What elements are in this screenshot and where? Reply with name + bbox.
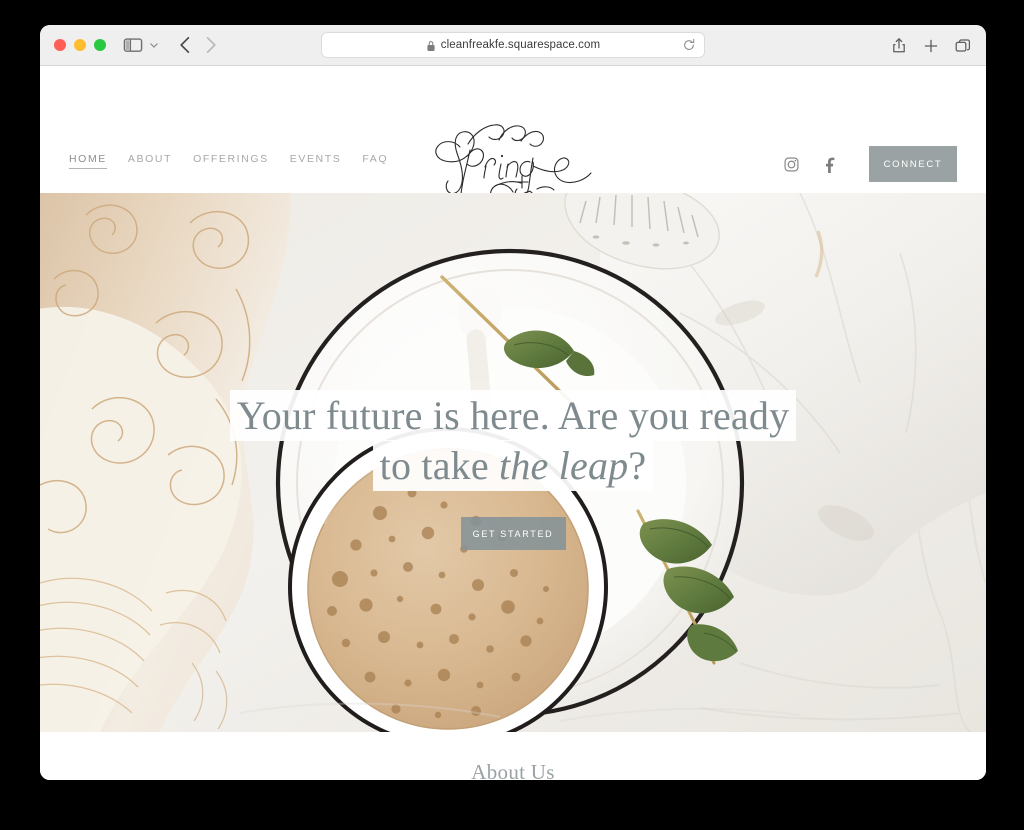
safari-browser-window: cleanfreakfe.squarespace.com HOME ABOUT …: [40, 25, 986, 780]
hero-headline: Your future is here. Are you ready to ta…: [40, 391, 986, 490]
hero-headline-line-2-post: ?: [628, 442, 647, 488]
get-started-button[interactable]: GET STARTED: [460, 517, 566, 551]
back-arrow-icon[interactable]: [174, 34, 198, 56]
instagram-icon[interactable]: [783, 156, 800, 173]
sidebar-icon[interactable]: [122, 34, 144, 56]
close-window-button[interactable]: [54, 39, 66, 51]
site-logo[interactable]: [413, 114, 613, 198]
spring-and-co-script-logo: [435, 124, 592, 198]
hero-headline-line-2-pre: to take: [379, 442, 500, 488]
address-bar-content: cleanfreakfe.squarespace.com: [426, 39, 600, 51]
nav-item-home[interactable]: HOME: [69, 153, 107, 169]
connect-button[interactable]: CONNECT: [869, 146, 957, 182]
toolbar-right-actions: [890, 25, 972, 66]
url-text: cleanfreakfe.squarespace.com: [440, 39, 601, 51]
reload-icon[interactable]: [682, 38, 696, 52]
forward-arrow-icon[interactable]: [198, 34, 222, 56]
nav-item-offerings[interactable]: OFFERINGS: [193, 153, 269, 165]
hero-section: Your future is here. Are you ready to ta…: [40, 193, 986, 732]
main-navigation: HOME ABOUT OFFERINGS EVENTS FAQ: [69, 153, 388, 169]
address-bar[interactable]: cleanfreakfe.squarespace.com: [321, 32, 705, 58]
desktop-background: cleanfreakfe.squarespace.com HOME ABOUT …: [0, 0, 1024, 830]
maximize-window-button[interactable]: [94, 39, 106, 51]
nav-item-about[interactable]: ABOUT: [128, 153, 172, 165]
hero-content: Your future is here. Are you ready to ta…: [40, 391, 986, 551]
nav-item-faq[interactable]: FAQ: [362, 153, 388, 165]
lock-icon: [426, 39, 436, 51]
about-section-title: About Us: [471, 760, 555, 780]
chevron-down-icon[interactable]: [146, 34, 162, 56]
facebook-icon[interactable]: [822, 156, 839, 173]
minimize-window-button[interactable]: [74, 39, 86, 51]
hero-cta-wrapper: GET STARTED: [40, 517, 986, 551]
hero-headline-line-1: Your future is here. Are you ready: [232, 393, 794, 438]
about-section: About Us: [40, 732, 986, 780]
header-actions: CONNECT: [783, 146, 957, 182]
page-viewport: HOME ABOUT OFFERINGS EVENTS FAQ CONNECT …: [40, 66, 986, 780]
window-controls: [54, 39, 106, 51]
share-icon[interactable]: [890, 37, 908, 55]
site-header: HOME ABOUT OFFERINGS EVENTS FAQ CONNECT: [40, 66, 986, 198]
tab-overview-icon[interactable]: [954, 37, 972, 55]
browser-toolbar: cleanfreakfe.squarespace.com: [40, 25, 986, 66]
plus-icon[interactable]: [922, 37, 940, 55]
nav-item-events[interactable]: EVENTS: [290, 153, 342, 165]
hero-headline-emphasis: the leap: [499, 442, 629, 488]
hero-headline-line-2: to take the leap?: [375, 442, 651, 488]
